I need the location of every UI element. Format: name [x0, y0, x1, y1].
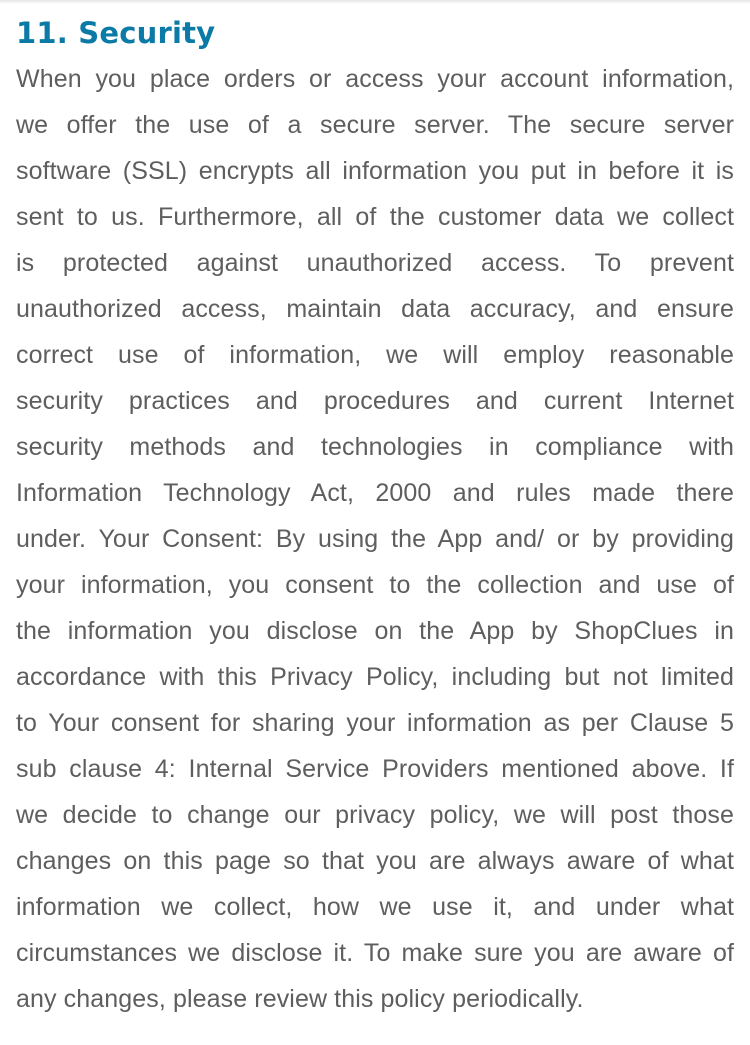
body-line: changes on this page so that you are alw… — [16, 847, 734, 875]
body-line: software (SSL) encrypts all information … — [16, 157, 734, 185]
section-body: When you place orders or access your acc… — [16, 56, 734, 1022]
body-line: security practices and procedures and cu… — [16, 387, 734, 415]
body-line: to Your consent for sharing your informa… — [16, 709, 734, 737]
body-line: security methods and technologies in com… — [16, 433, 734, 461]
body-line: Information Technology Act, 2000 and rul… — [16, 479, 734, 507]
section-heading: 11. Security — [16, 16, 216, 50]
body-line: is protected against unauthorized access… — [16, 249, 734, 277]
body-line: information we collect, how we use it, a… — [16, 893, 734, 921]
body-line: we decide to change our privacy policy, … — [16, 801, 734, 829]
body-line: circumstances we disclose it. To make su… — [16, 939, 734, 967]
body-line: we offer the use of a secure server. The… — [16, 111, 734, 139]
body-line: the information you disclose on the App … — [16, 617, 734, 645]
body-line: any changes, please review this policy p… — [16, 985, 584, 1013]
top-edge-shadow — [0, 0, 750, 4]
body-line: sub clause 4: Internal Service Providers… — [16, 755, 734, 783]
body-line: accordance with this Privacy Policy, inc… — [16, 663, 734, 691]
body-line: When you place orders or access your acc… — [16, 65, 734, 93]
body-line: under. Your Consent: By using the App an… — [16, 525, 734, 553]
body-line: sent to us. Furthermore, all of the cust… — [16, 203, 734, 231]
body-line: your information, you consent to the col… — [16, 571, 734, 599]
body-line: unauthorized access, maintain data accur… — [16, 295, 734, 323]
security-section: 11. Security When you place orders or ac… — [16, 10, 734, 1022]
body-line: correct use of information, we will empl… — [16, 341, 734, 369]
